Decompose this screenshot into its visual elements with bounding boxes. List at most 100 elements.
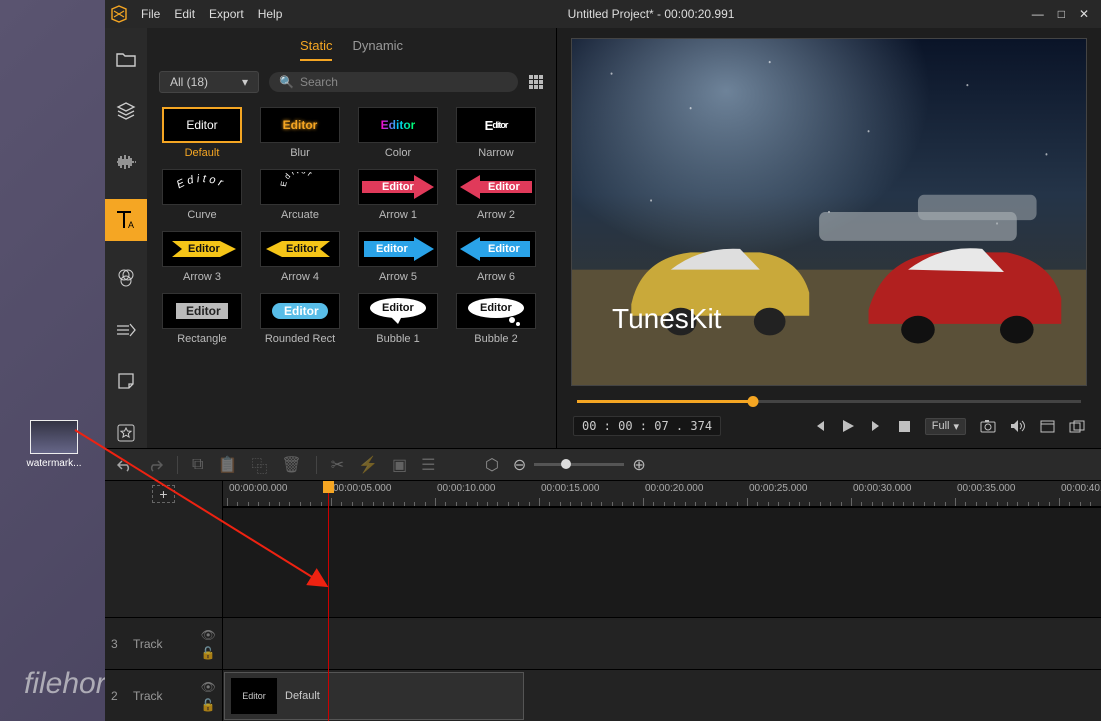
preset-thumb: Editor xyxy=(456,231,536,267)
rail-effects-icon[interactable] xyxy=(111,263,141,293)
preset-arrow5[interactable]: Editor Arrow 5 xyxy=(355,231,441,283)
timeline-clip[interactable]: Editor Default xyxy=(224,672,524,720)
play-icon[interactable] xyxy=(840,418,856,434)
timeline-zoom: ⊖ ⊕ xyxy=(513,455,646,475)
zoom-out-icon[interactable]: ⊖ xyxy=(513,455,526,475)
tab-static[interactable]: Static xyxy=(300,38,333,61)
preset-thumb: Editor xyxy=(456,169,536,205)
tab-dynamic[interactable]: Dynamic xyxy=(352,38,403,61)
snapshot-icon[interactable] xyxy=(980,419,996,433)
preset-color[interactable]: Editor Color xyxy=(355,107,441,159)
menu-export[interactable]: Export xyxy=(209,7,244,21)
stop-icon[interactable] xyxy=(898,420,911,433)
preset-filter-bar: All (18) ▾ 🔍 Search xyxy=(147,65,556,99)
rail-media-icon[interactable] xyxy=(111,44,141,74)
svg-text:Editor: Editor xyxy=(480,302,512,314)
marker-icon[interactable]: ⬡ xyxy=(485,455,499,475)
duplicate-icon[interactable]: ⿻ xyxy=(251,453,267,477)
maximize-icon[interactable]: □ xyxy=(1058,7,1065,21)
zoom-in-icon[interactable]: ⊕ xyxy=(632,455,645,475)
timeline-empty-area[interactable] xyxy=(223,507,1101,617)
preset-rectangle[interactable]: Editor Rectangle xyxy=(159,293,245,345)
lock-icon[interactable]: 🔓 xyxy=(201,646,216,660)
speed-icon[interactable]: ⚡ xyxy=(358,455,378,475)
redo-icon[interactable] xyxy=(147,458,163,472)
lock-icon[interactable]: 🔓 xyxy=(201,698,216,712)
preset-arrow1[interactable]: Editor Arrow 1 xyxy=(355,169,441,221)
search-placeholder: Search xyxy=(300,75,338,89)
rail-text-icon[interactable]: A xyxy=(105,199,147,241)
desktop-file-icon[interactable]: watermark... xyxy=(24,420,84,469)
preset-rounded[interactable]: Editor Rounded Rect xyxy=(257,293,343,345)
timeline-toolbar: ⧉ 📋 ⿻ 🗑 ✂ ⚡ ▣ ☰ ⬡ ⊖ ⊕ xyxy=(105,448,1101,480)
preset-default[interactable]: Editor Default xyxy=(159,107,245,159)
preset-search-input[interactable]: 🔍 Search xyxy=(269,72,518,92)
crop-icon[interactable]: ▣ xyxy=(392,455,407,475)
preset-label: Bubble 1 xyxy=(355,329,441,345)
preview-timecode: 00 : 00 : 07 . 374 xyxy=(573,416,721,436)
preset-label: Blur xyxy=(257,143,343,159)
preset-category-dropdown[interactable]: All (18) ▾ xyxy=(159,71,259,93)
svg-text:Editor: Editor xyxy=(382,181,414,193)
add-track-button[interactable]: + xyxy=(152,485,174,503)
preset-arcuate[interactable]: E d i t o r Arcuate xyxy=(257,169,343,221)
menu-help[interactable]: Help xyxy=(258,7,283,21)
preset-curve[interactable]: E d i t o r Curve xyxy=(159,169,245,221)
rail-transitions-icon[interactable] xyxy=(111,315,141,345)
svg-text:E d i t o r: E d i t o r xyxy=(175,173,226,191)
rail-audio-icon[interactable] xyxy=(111,148,141,178)
preset-bubble1[interactable]: Editor Bubble 1 xyxy=(355,293,441,345)
rail-layers-icon[interactable] xyxy=(111,96,141,126)
track-header-2[interactable]: 2 Track 👁🔓 xyxy=(105,669,222,721)
visibility-icon[interactable]: 👁 xyxy=(201,628,216,642)
next-frame-icon[interactable] xyxy=(870,419,884,433)
preset-thumb: Editor xyxy=(162,293,242,329)
preset-arrow2[interactable]: Editor Arrow 2 xyxy=(453,169,539,221)
preview-scrub-bar[interactable] xyxy=(571,392,1087,410)
preview-video[interactable]: TunesKit xyxy=(571,38,1087,386)
timeline-tracks-area[interactable]: 00:00:00.00000:00:05.00000:00:10.00000:0… xyxy=(223,481,1101,721)
volume-icon[interactable] xyxy=(1010,419,1026,433)
adjust-icon[interactable]: ☰ xyxy=(421,455,435,475)
minimize-icon[interactable]: — xyxy=(1032,7,1044,21)
playhead[interactable] xyxy=(328,481,329,721)
timeline-ruler[interactable]: 00:00:00.00000:00:05.00000:00:10.00000:0… xyxy=(223,481,1101,507)
preset-blur[interactable]: Editor Blur xyxy=(257,107,343,159)
preset-arrow6[interactable]: Editor Arrow 6 xyxy=(453,231,539,283)
rail-favorites-icon[interactable] xyxy=(111,418,141,448)
paste-icon[interactable]: 📋 xyxy=(217,455,237,475)
prev-frame-icon[interactable] xyxy=(812,419,826,433)
menu-edit[interactable]: Edit xyxy=(174,7,195,21)
preset-label: Curve xyxy=(159,205,245,221)
preview-size-select[interactable]: Full▾ xyxy=(925,418,966,435)
preset-thumb: Editor xyxy=(358,107,438,143)
preset-arrow3[interactable]: Editor Arrow 3 xyxy=(159,231,245,283)
visibility-icon[interactable]: 👁 xyxy=(201,680,216,694)
fullscreen-icon[interactable] xyxy=(1040,420,1055,433)
zoom-slider[interactable] xyxy=(534,463,624,466)
preset-arrow4[interactable]: Editor Arrow 4 xyxy=(257,231,343,283)
svg-text:Editor: Editor xyxy=(188,243,220,255)
track-label: Track xyxy=(133,689,163,703)
track-label: Track xyxy=(133,637,163,651)
preset-bubble2[interactable]: Editor Bubble 2 xyxy=(453,293,539,345)
preset-narrow[interactable]: Editor Narrow xyxy=(453,107,539,159)
delete-icon[interactable]: 🗑 xyxy=(281,455,301,475)
popout-icon[interactable] xyxy=(1069,420,1085,433)
preview-overlay-text[interactable]: TunesKit xyxy=(612,303,721,335)
timeline-track-2[interactable]: Editor Default xyxy=(223,669,1101,721)
grid-view-icon[interactable] xyxy=(528,74,544,90)
svg-text:A: A xyxy=(128,220,134,230)
chevron-down-icon: ▾ xyxy=(242,75,248,89)
menu-file[interactable]: File xyxy=(141,7,160,21)
track-header-3[interactable]: 3 Track 👁🔓 xyxy=(105,617,222,669)
copy-icon[interactable]: ⧉ xyxy=(192,456,203,474)
preset-grid: Editor Default Editor Blur Editor Color … xyxy=(147,99,556,448)
cut-icon[interactable]: ✂ xyxy=(331,455,344,475)
undo-icon[interactable] xyxy=(117,458,133,472)
rail-stickers-icon[interactable] xyxy=(111,367,141,397)
chevron-down-icon: ▾ xyxy=(953,420,959,433)
timeline-track-3[interactable] xyxy=(223,617,1101,669)
close-icon[interactable]: ✕ xyxy=(1079,7,1089,21)
scrub-knob[interactable] xyxy=(748,396,759,407)
